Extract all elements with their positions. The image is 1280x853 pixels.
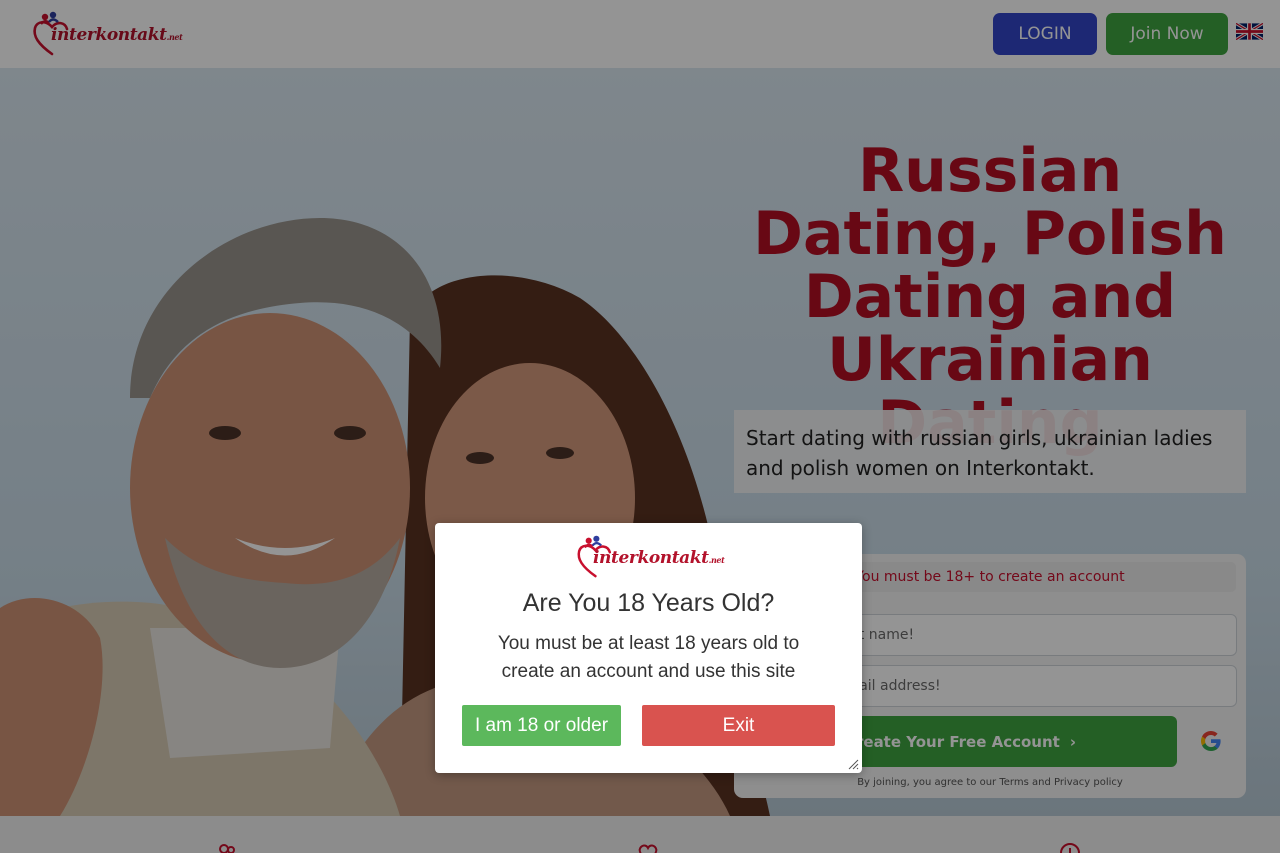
modal-logo-wordmark: interkontakt [593, 548, 709, 568]
resize-handle-icon[interactable] [847, 758, 859, 770]
modal-message: You must be at least 18 years old to cre… [497, 633, 800, 682]
modal-logo-tld: .net [708, 555, 725, 565]
modal-logo: interkontakt.net [575, 534, 725, 580]
modal-title: Are You 18 Years Old? [522, 589, 775, 617]
exit-button[interactable]: Exit [642, 705, 835, 746]
confirm-age-button[interactable]: I am 18 or older [462, 705, 621, 746]
age-verification-modal: interkontakt.net Are You 18 Years Old? Y… [435, 523, 862, 773]
